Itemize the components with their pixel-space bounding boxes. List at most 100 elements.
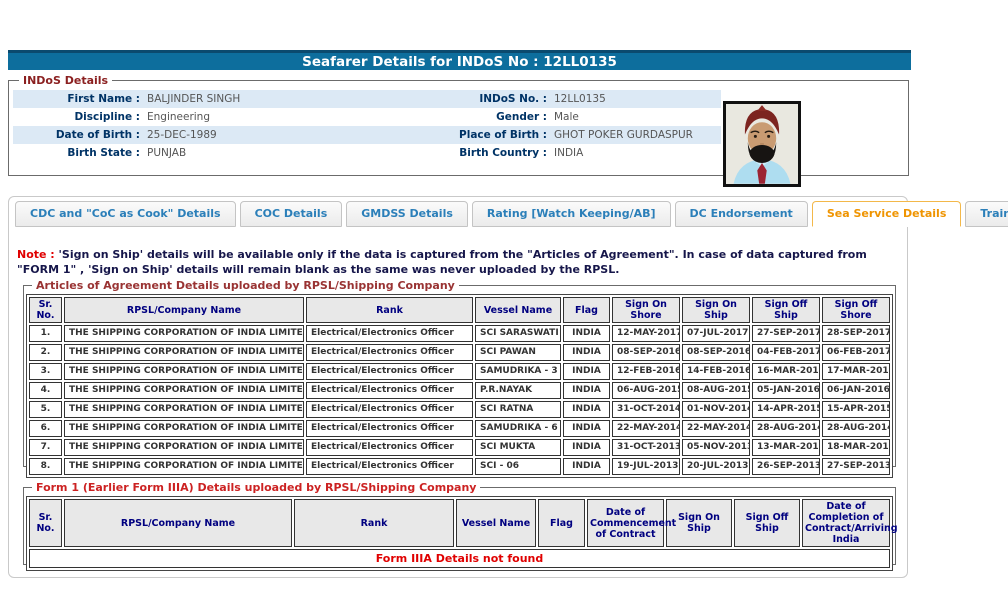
indos-row-name: First Name : BALJINDER SINGH INDoS No. :…	[13, 90, 721, 108]
articles-of-agreement-legend: Articles of Agreement Details uploaded b…	[32, 279, 459, 292]
table-row: 1.THE SHIPPING CORPORATION OF INDIA LIMI…	[29, 325, 890, 342]
tab-dc-endorsement[interactable]: DC Endorsement	[675, 201, 808, 227]
column-header-sign-on-shore: Sign On Shore	[612, 297, 680, 323]
indos-details-legend: INDoS Details	[19, 74, 112, 87]
table-cell: THE SHIPPING CORPORATION OF INDIA LIMITE…	[64, 401, 304, 418]
column-header-vessel: Vessel Name	[475, 297, 561, 323]
seafarer-photo	[723, 101, 801, 187]
tab-training-details[interactable]: Training Details	[965, 201, 1008, 227]
table-cell: 14-APR-2015	[752, 401, 820, 418]
date-of-birth-label: Date of Birth :	[13, 126, 143, 144]
table-cell: THE SHIPPING CORPORATION OF INDIA LIMITE…	[64, 439, 304, 456]
column-header-rank: Rank	[306, 297, 473, 323]
table-cell: Electrical/Electronics Officer	[306, 458, 473, 475]
tab-cdc-coc-as-cook-details[interactable]: CDC and "CoC as Cook" Details	[15, 201, 236, 227]
note-text: 'Sign on Ship' details will be available…	[17, 248, 867, 276]
seafarer-photo-graphic	[726, 104, 798, 184]
table-cell: 13-MAR-2014	[752, 439, 820, 456]
tab-gmdss-details[interactable]: GMDSS Details	[346, 201, 468, 227]
table-cell: THE SHIPPING CORPORATION OF INDIA LIMITE…	[64, 420, 304, 437]
table-cell: 28-SEP-2017	[822, 325, 890, 342]
table-cell: INDIA	[563, 382, 610, 399]
form1-empty-row: Form IIIA Details not found	[29, 549, 890, 568]
table-cell: 20-JUL-2013	[682, 458, 750, 475]
details-panel: CDC and "CoC as Cook" Details COC Detail…	[8, 196, 908, 578]
table-cell: 12-MAY-2017	[612, 325, 680, 342]
column-header-company: RPSL/Company Name	[64, 297, 304, 323]
indos-rows: First Name : BALJINDER SINGH INDoS No. :…	[13, 90, 721, 162]
tab-bar: CDC and "CoC as Cook" Details COC Detail…	[15, 201, 1008, 227]
page-title: Seafarer Details for INDoS No : 12LL0135	[8, 50, 911, 70]
column-header-flag: Flag	[538, 499, 585, 547]
articles-of-agreement-table: Sr. No. RPSL/Company Name Rank Vessel Na…	[26, 294, 893, 478]
table-cell: THE SHIPPING CORPORATION OF INDIA LIMITE…	[64, 325, 304, 342]
table-cell: 06-JAN-2016	[822, 382, 890, 399]
table-row: 2.THE SHIPPING CORPORATION OF INDIA LIMI…	[29, 344, 890, 361]
form1-empty-message: Form IIIA Details not found	[29, 549, 890, 568]
table-cell: INDIA	[563, 363, 610, 380]
tab-sea-service-details[interactable]: Sea Service Details	[812, 201, 962, 227]
tab-coc-details[interactable]: COC Details	[240, 201, 343, 227]
table-cell: Electrical/Electronics Officer	[306, 363, 473, 380]
table-cell: 3.	[29, 363, 62, 380]
table-cell: P.R.NAYAK	[475, 382, 561, 399]
table-cell: Electrical/Electronics Officer	[306, 420, 473, 437]
seafarer-details-page: Seafarer Details for INDoS No : 12LL0135…	[0, 0, 1008, 590]
table-row: 4.THE SHIPPING CORPORATION OF INDIA LIMI…	[29, 382, 890, 399]
column-header-sr-no: Sr. No.	[29, 499, 62, 547]
column-header-sr-no: Sr. No.	[29, 297, 62, 323]
table-cell: 2.	[29, 344, 62, 361]
column-header-rank: Rank	[294, 499, 454, 547]
table-cell: SCI RATNA	[475, 401, 561, 418]
table-cell: 08-SEP-2016	[612, 344, 680, 361]
birth-state-value: PUNJAB	[143, 144, 408, 162]
form1-table-header: Sr. No. RPSL/Company Name Rank Vessel Na…	[29, 499, 890, 547]
form1-legend: Form 1 (Earlier Form IIIA) Details uploa…	[32, 481, 480, 494]
place-of-birth-value: GHOT POKER GURDASPUR	[550, 126, 721, 144]
indos-row-birth: Date of Birth : 25-DEC-1989 Place of Bir…	[13, 126, 721, 144]
agreement-table-body: 1.THE SHIPPING CORPORATION OF INDIA LIMI…	[29, 325, 890, 475]
table-cell: 7.	[29, 439, 62, 456]
date-of-birth-value: 25-DEC-1989	[143, 126, 408, 144]
table-cell: SCI SARASWATI	[475, 325, 561, 342]
table-cell: 26-SEP-2013	[752, 458, 820, 475]
table-cell: 28-AUG-2014	[752, 420, 820, 437]
table-cell: SCI MUKTA	[475, 439, 561, 456]
birth-state-label: Birth State :	[13, 144, 143, 162]
table-cell: THE SHIPPING CORPORATION OF INDIA LIMITE…	[64, 382, 304, 399]
column-header-sign-off-ship: Sign Off Ship	[734, 499, 800, 547]
indos-no-label: INDoS No. :	[408, 90, 550, 108]
table-cell: INDIA	[563, 458, 610, 475]
table-cell: 22-MAY-2014	[612, 420, 680, 437]
table-cell: THE SHIPPING CORPORATION OF INDIA LIMITE…	[64, 344, 304, 361]
table-cell: 04-FEB-2017	[752, 344, 820, 361]
gender-label: Gender :	[408, 108, 550, 126]
indos-row-state: Birth State : PUNJAB Birth Country : IND…	[13, 144, 721, 162]
table-cell: 05-NOV-2013	[682, 439, 750, 456]
table-row: 3.THE SHIPPING CORPORATION OF INDIA LIMI…	[29, 363, 890, 380]
birth-country-label: Birth Country :	[408, 144, 550, 162]
indos-no-value: 12LL0135	[550, 90, 721, 108]
table-cell: 14-FEB-2016	[682, 363, 750, 380]
sign-on-ship-note: Note : 'Sign on Ship' details will be av…	[17, 247, 901, 277]
note-prefix: Note :	[17, 248, 55, 261]
discipline-label: Discipline :	[13, 108, 143, 126]
table-cell: 12-FEB-2016	[612, 363, 680, 380]
table-cell: 22-MAY-2014	[682, 420, 750, 437]
table-row: 5.THE SHIPPING CORPORATION OF INDIA LIMI…	[29, 401, 890, 418]
tab-rating-watch-keeping-ab[interactable]: Rating [Watch Keeping/AB]	[472, 201, 671, 227]
form1-table: Sr. No. RPSL/Company Name Rank Vessel Na…	[26, 496, 893, 571]
table-cell: 27-SEP-2013	[822, 458, 890, 475]
table-cell: INDIA	[563, 420, 610, 437]
table-cell: 1.	[29, 325, 62, 342]
indos-row-discipline: Discipline : Engineering Gender : Male	[13, 108, 721, 126]
table-cell: 31-OCT-2013	[612, 439, 680, 456]
table-cell: 08-AUG-2015	[682, 382, 750, 399]
gender-value: Male	[550, 108, 721, 126]
column-header-sign-on-ship: Sign On Ship	[682, 297, 750, 323]
articles-of-agreement-fieldset: Articles of Agreement Details uploaded b…	[23, 279, 896, 467]
table-row: 6.THE SHIPPING CORPORATION OF INDIA LIMI…	[29, 420, 890, 437]
table-cell: 27-SEP-2017	[752, 325, 820, 342]
table-cell: SAMUDRIKA - 3	[475, 363, 561, 380]
column-header-date-completion: Date of Completion of Contract/Arriving …	[802, 499, 890, 547]
